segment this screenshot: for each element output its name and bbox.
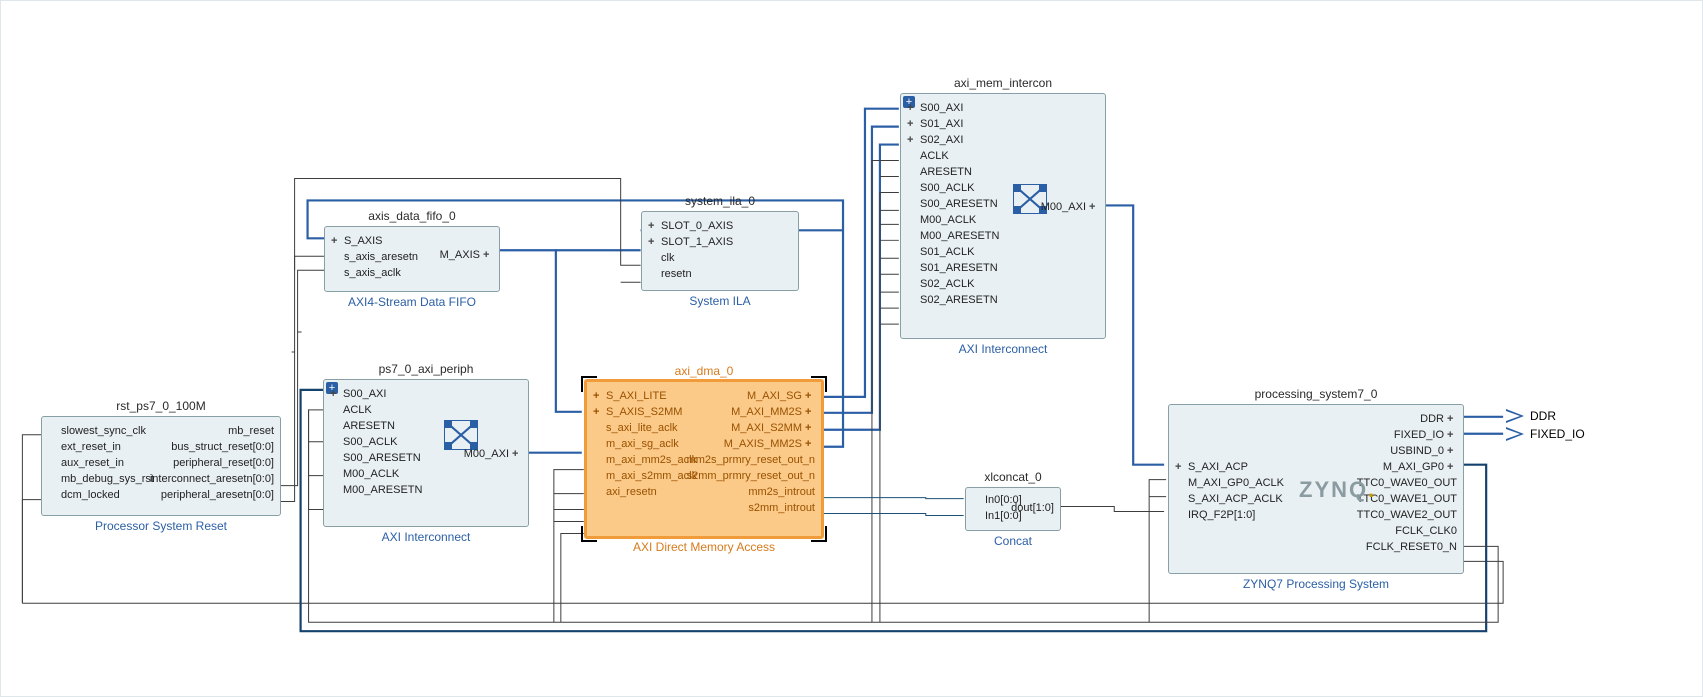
block-ps7-axi-periph[interactable]: + ps7_0_axi_periph AXI Interconnect S00_…: [323, 379, 529, 527]
port[interactable]: S00_AXI: [907, 100, 963, 115]
port[interactable]: mm2s_introut: [748, 484, 815, 499]
port[interactable]: S00_ARESETN: [330, 450, 421, 465]
block-title: ps7_0_axi_periph: [379, 362, 474, 376]
port[interactable]: clk: [648, 250, 674, 265]
port[interactable]: USBIND_0: [1390, 443, 1457, 458]
port[interactable]: mb_debug_sys_rst: [48, 471, 154, 486]
port[interactable]: resetn: [648, 266, 692, 281]
block-title: xlconcat_0: [984, 470, 1041, 484]
port[interactable]: S02_ARESETN: [907, 292, 998, 307]
block-title: axi_dma_0: [675, 364, 734, 378]
external-port-ddr[interactable]: DDR: [1506, 409, 1556, 423]
port[interactable]: FIXED_IO: [1394, 427, 1457, 442]
port[interactable]: dcm_locked: [48, 487, 120, 502]
port[interactable]: s2mm_prmry_reset_out_n: [687, 468, 815, 483]
port[interactable]: FCLK_RESET0_N: [1366, 539, 1457, 554]
port[interactable]: DDR: [1420, 411, 1457, 426]
port[interactable]: aux_reset_in: [48, 455, 124, 470]
block-subtitle: Concat: [994, 534, 1032, 548]
port[interactable]: M00_AXI: [1041, 199, 1099, 214]
block-ps7[interactable]: processing_system7_0 ZYNQ7 Processing Sy…: [1168, 404, 1464, 574]
port[interactable]: IRQ_F2P[1:0]: [1175, 507, 1255, 522]
port[interactable]: mm2s_prmry_reset_out_n: [687, 452, 815, 467]
port[interactable]: S_AXI_ACP_ACLK: [1175, 491, 1283, 506]
port[interactable]: M_AXIS_MM2S: [724, 436, 815, 451]
port[interactable]: dout[1:0]: [1011, 500, 1054, 515]
port[interactable]: S_AXIS: [331, 233, 383, 248]
block-subtitle: System ILA: [689, 294, 750, 308]
block-axis-data-fifo[interactable]: axis_data_fifo_0 AXI4-Stream Data FIFO S…: [324, 226, 500, 292]
port[interactable]: S01_ACLK: [907, 244, 974, 259]
port[interactable]: M00_ACLK: [907, 212, 976, 227]
port[interactable]: M_AXI_SG: [747, 388, 815, 403]
port-arrow-icon: [1506, 409, 1524, 423]
port[interactable]: mb_reset: [228, 423, 274, 438]
port[interactable]: M00_ACLK: [330, 466, 399, 481]
block-title: rst_ps7_0_100M: [116, 399, 205, 413]
port[interactable]: peripheral_reset[0:0]: [173, 455, 274, 470]
port[interactable]: M00_AXI: [464, 446, 522, 461]
port[interactable]: ACLK: [907, 148, 949, 163]
port-arrow-icon: [1506, 427, 1524, 441]
port[interactable]: axi_resetn: [593, 484, 657, 499]
block-diagram-canvas[interactable]: rst_ps7_0_100M Processor System Reset sl…: [0, 0, 1703, 697]
port[interactable]: TTC0_WAVE2_OUT: [1357, 507, 1457, 522]
port[interactable]: M00_ARESETN: [330, 482, 422, 497]
port[interactable]: m_axi_mm2s_aclk: [593, 452, 697, 467]
block-title: axis_data_fifo_0: [368, 209, 455, 223]
port[interactable]: S02_ACLK: [907, 276, 974, 291]
block-subtitle: ZYNQ7 Processing System: [1243, 577, 1389, 591]
port[interactable]: ARESETN: [330, 418, 395, 433]
port[interactable]: m_axi_sg_aclk: [593, 436, 679, 451]
port[interactable]: M_AXI_GP0: [1383, 459, 1457, 474]
port[interactable]: M_AXI_S2MM: [731, 420, 815, 435]
port[interactable]: S00_AXI: [330, 386, 386, 401]
block-system-ila[interactable]: system_ila_0 System ILA SLOT_0_AXIS SLOT…: [641, 211, 799, 291]
block-subtitle: AXI Interconnect: [382, 530, 471, 544]
port[interactable]: FCLK_CLK0: [1395, 523, 1457, 538]
port[interactable]: s_axis_aresetn: [331, 249, 418, 264]
port[interactable]: M_AXI_GP0_ACLK: [1175, 475, 1284, 490]
port[interactable]: m_axi_s2mm_aclk: [593, 468, 697, 483]
port[interactable]: S_AXIS_S2MM: [593, 404, 682, 419]
block-title: processing_system7_0: [1255, 387, 1378, 401]
port[interactable]: s2mm_introut: [748, 500, 815, 515]
port[interactable]: s_axis_aclk: [331, 265, 401, 280]
port[interactable]: peripheral_aresetn[0:0]: [161, 487, 274, 502]
port[interactable]: ACLK: [330, 402, 372, 417]
external-port-fixed-io[interactable]: FIXED_IO: [1506, 427, 1585, 441]
block-subtitle: AXI Direct Memory Access: [633, 540, 775, 554]
block-axi-mem-intercon[interactable]: + axi_mem_intercon AXI Interconnect S00_…: [900, 93, 1106, 339]
port[interactable]: S01_ARESETN: [907, 260, 998, 275]
port[interactable]: S_AXI_ACP: [1175, 459, 1248, 474]
port[interactable]: S00_ACLK: [907, 180, 974, 195]
port[interactable]: ext_reset_in: [48, 439, 121, 454]
port[interactable]: interconnect_aresetn[0:0]: [150, 471, 274, 486]
port[interactable]: M_AXIS: [440, 247, 493, 262]
port[interactable]: S_AXI_LITE: [593, 388, 667, 403]
port[interactable]: bus_struct_reset[0:0]: [171, 439, 274, 454]
block-subtitle: AXI4-Stream Data FIFO: [348, 295, 476, 309]
block-axi-dma[interactable]: axi_dma_0 AXI Direct Memory Access S_AXI…: [584, 379, 824, 539]
block-title: system_ila_0: [685, 194, 755, 208]
zynq-logo: ZYNQ.: [1299, 477, 1376, 503]
port[interactable]: S00_ARESETN: [907, 196, 998, 211]
port[interactable]: S02_AXI: [907, 132, 963, 147]
port[interactable]: SLOT_1_AXIS: [648, 234, 733, 249]
port[interactable]: M00_ARESETN: [907, 228, 999, 243]
block-xlconcat[interactable]: xlconcat_0 Concat In0[0:0] In1[0:0] dout…: [965, 487, 1061, 531]
port[interactable]: ARESETN: [907, 164, 972, 179]
port[interactable]: S00_ACLK: [330, 434, 397, 449]
block-title: axi_mem_intercon: [954, 76, 1052, 90]
port[interactable]: s_axi_lite_aclk: [593, 420, 678, 435]
port[interactable]: slowest_sync_clk: [48, 423, 146, 438]
port[interactable]: M_AXI_MM2S: [731, 404, 815, 419]
block-subtitle: AXI Interconnect: [959, 342, 1048, 356]
port[interactable]: S01_AXI: [907, 116, 963, 131]
port[interactable]: SLOT_0_AXIS: [648, 218, 733, 233]
block-subtitle: Processor System Reset: [95, 519, 227, 533]
block-rst-ps7[interactable]: rst_ps7_0_100M Processor System Reset sl…: [41, 416, 281, 516]
